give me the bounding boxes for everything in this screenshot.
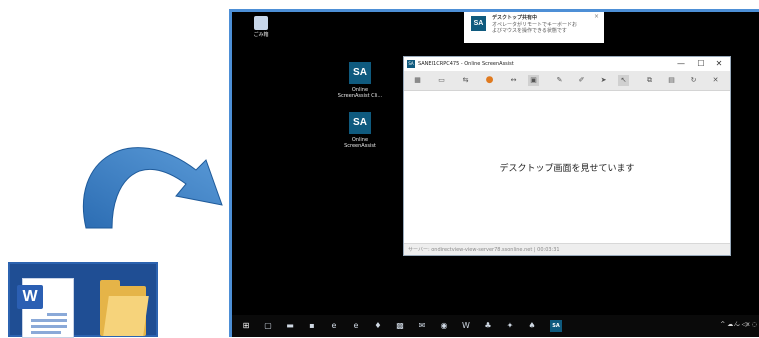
word-icon[interactable]: W bbox=[460, 320, 472, 332]
close-icon[interactable]: × bbox=[594, 14, 599, 20]
status-bar: サーバー: ondirectview-view-server78.ssonlin… bbox=[404, 243, 730, 255]
pdf-icon[interactable]: ♠ bbox=[526, 320, 538, 332]
mail-icon[interactable]: ✉ bbox=[416, 320, 428, 332]
app-icon[interactable]: ▪ bbox=[306, 320, 318, 332]
ie-icon[interactable]: e bbox=[350, 320, 362, 332]
grid-icon[interactable]: ▦ bbox=[412, 75, 423, 86]
remote-view-area[interactable]: デスクトップ画面を見せています bbox=[404, 91, 730, 243]
remote-desktop: ごみ箱 SA Online ScreenAssist Cli... SA Onl… bbox=[229, 9, 759, 337]
sharing-notification[interactable]: SA デスクトップ共有中 オペレータがリモートでキーボードおよびマウスを操作でき… bbox=[464, 12, 604, 43]
windows-start-icon[interactable]: ⊞ bbox=[240, 320, 252, 332]
copy-icon[interactable]: ⧉ bbox=[644, 75, 655, 86]
pin-icon[interactable]: ♦ bbox=[372, 320, 384, 332]
folder-icon[interactable] bbox=[100, 278, 150, 336]
recycle-bin-label: ごみ箱 bbox=[253, 32, 269, 38]
screen-icon[interactable]: ▣ bbox=[528, 75, 539, 86]
paste-icon[interactable]: ▤ bbox=[666, 75, 677, 86]
refresh-icon[interactable]: ↻ bbox=[688, 75, 699, 86]
maximize-button[interactable]: ☐ bbox=[692, 57, 710, 71]
explorer-icon[interactable]: ▬ bbox=[284, 320, 296, 332]
tool-icon[interactable]: ✦ bbox=[504, 320, 516, 332]
desktop-icon-screenassist-client[interactable]: SA Online ScreenAssist Cli... bbox=[330, 62, 390, 99]
window-title: SANEI1CRPC475 - Online ScreenAssist bbox=[418, 61, 514, 67]
app-icon: SA bbox=[407, 60, 415, 68]
screenassist-icon: SA bbox=[349, 112, 371, 134]
local-desktop: W bbox=[8, 262, 158, 338]
screenassist-taskbar-icon[interactable]: SA bbox=[550, 320, 562, 332]
desktop-icon-label: Online ScreenAssist Cli... bbox=[337, 87, 383, 99]
cursor-icon[interactable]: ➤ bbox=[598, 75, 609, 86]
marker-icon[interactable]: ✐ bbox=[576, 75, 587, 86]
record-icon[interactable]: ● bbox=[484, 75, 495, 86]
edge-icon[interactable]: e bbox=[328, 320, 340, 332]
word-document-icon[interactable]: W bbox=[17, 278, 74, 338]
notification-message: オペレータがリモートでキーボードおよびマウスを操作できる状態です bbox=[492, 22, 578, 34]
screen-share-message: デスクトップ画面を見せています bbox=[499, 164, 635, 174]
lock-icon[interactable]: ♣ bbox=[482, 320, 494, 332]
excel-icon[interactable]: ▩ bbox=[394, 320, 406, 332]
screenassist-icon: SA bbox=[349, 62, 371, 84]
minimize-button[interactable]: — bbox=[672, 57, 690, 71]
window-titlebar[interactable]: SA SANEI1CRPC475 - Online ScreenAssist —… bbox=[404, 57, 730, 71]
close-session-icon[interactable]: ✕ bbox=[710, 75, 721, 86]
chrome-icon[interactable]: ◉ bbox=[438, 320, 450, 332]
toolbar: ▦ ▭ ⇆ ● ↔ ▣ ✎ ✐ ➤ ↖ ⧉ ▤ ↻ ✕ bbox=[404, 71, 730, 91]
monitor-icon[interactable]: ▭ bbox=[436, 75, 447, 86]
screenassist-window: SA SANEI1CRPC475 - Online ScreenAssist —… bbox=[403, 56, 731, 256]
taskbar: ⊞ ▢ ▬ ▪ e e ♦ ▩ ✉ ◉ W ♣ ✦ ♠ SA ^ ☁ ⁄ᴗ ◁x… bbox=[232, 315, 759, 337]
arrows-icon[interactable]: ↔ bbox=[508, 75, 519, 86]
close-button[interactable]: ✕ bbox=[710, 57, 728, 71]
recycle-bin[interactable]: ごみ箱 bbox=[246, 14, 276, 38]
notification-title: デスクトップ共有中 bbox=[492, 15, 538, 21]
desktop-icon-label: Online ScreenAssist bbox=[344, 137, 376, 149]
system-tray[interactable]: ^ ☁ ⁄ᴗ ◁x ◌ bbox=[720, 321, 757, 328]
recycle-bin-icon bbox=[254, 16, 268, 30]
pointer-icon[interactable]: ↖ bbox=[618, 75, 629, 86]
pen-icon[interactable]: ✎ bbox=[554, 75, 565, 86]
screenassist-icon: SA bbox=[471, 16, 486, 31]
word-badge: W bbox=[17, 285, 43, 309]
task-view-icon[interactable]: ▢ bbox=[262, 320, 274, 332]
transfer-icon[interactable]: ⇆ bbox=[460, 75, 471, 86]
desktop-icon-screenassist[interactable]: SA Online ScreenAssist bbox=[330, 112, 390, 149]
